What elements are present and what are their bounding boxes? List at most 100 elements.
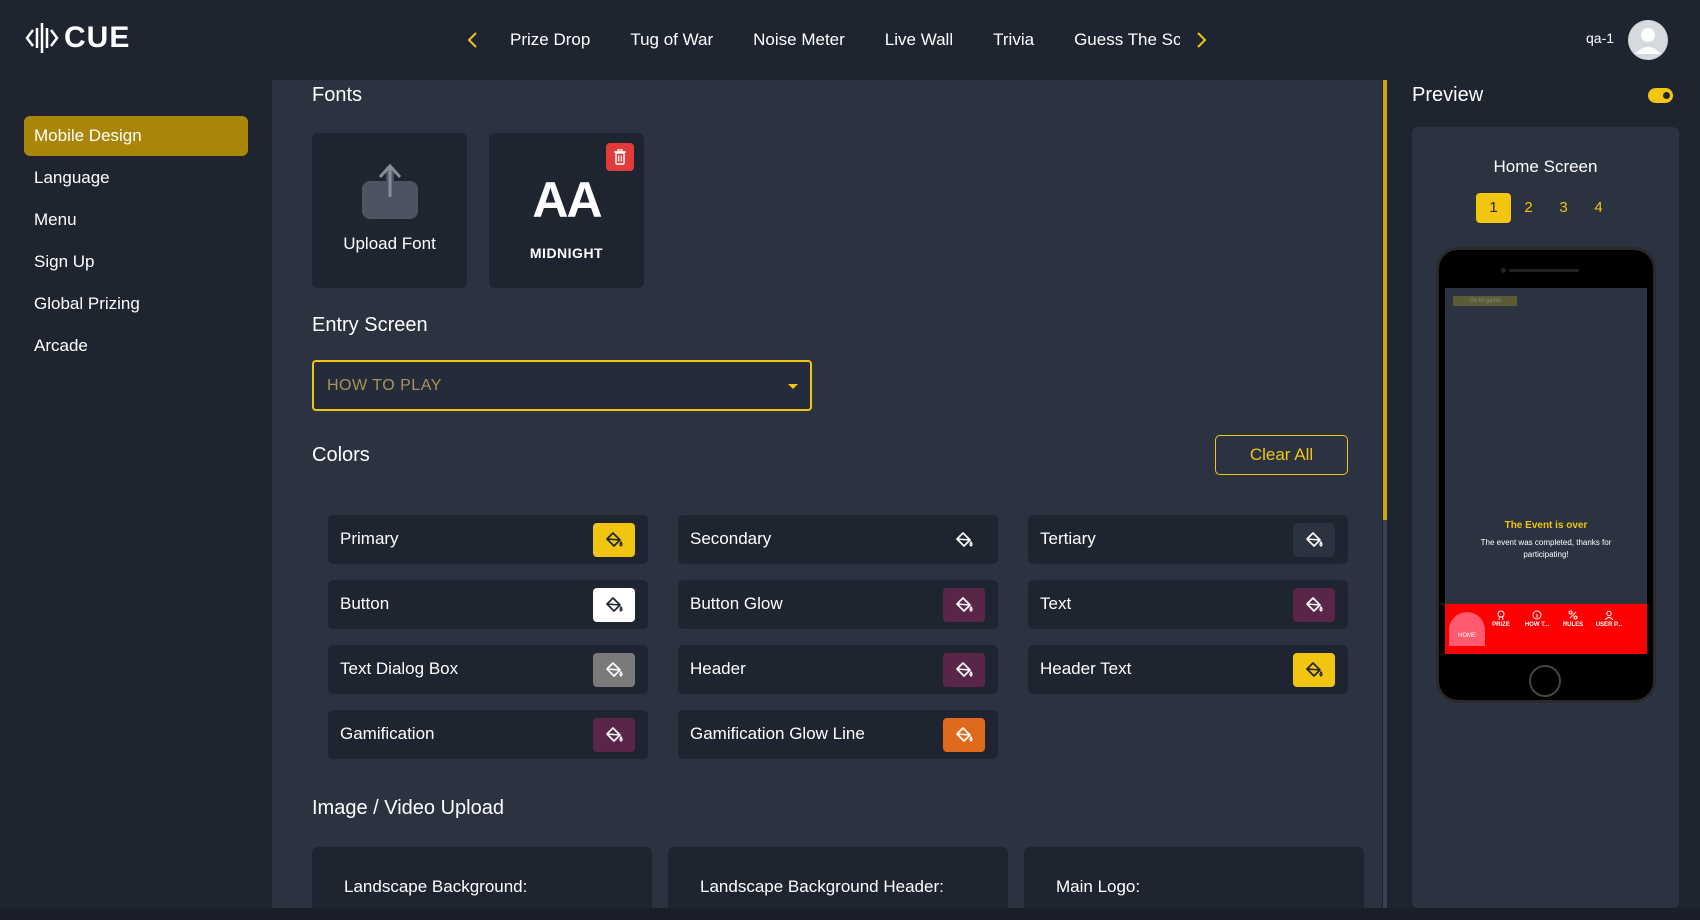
scrollbar-thumb[interactable] [1383, 80, 1387, 520]
color-label: Gamification [340, 724, 435, 743]
color-swatch-button[interactable] [593, 653, 635, 687]
phone-mockup: Go to game The Event is over The event w… [1436, 247, 1656, 703]
color-label: Gamification Glow Line [690, 724, 865, 743]
color-swatch-button[interactable] [943, 588, 985, 622]
upload-icon [362, 163, 418, 219]
preview-page-1[interactable]: 1 [1476, 193, 1511, 223]
color-row-header-text[interactable]: Header Text [1028, 645, 1348, 694]
sidebar-item-language[interactable]: Language [24, 158, 248, 198]
color-row-secondary[interactable]: Secondary [678, 515, 998, 564]
phone-nav-how-to[interactable]: HOW T... [1519, 610, 1555, 628]
paint-bucket-icon [956, 597, 973, 612]
font-name: MIDNIGHT [529, 245, 604, 261]
info-icon [1532, 610, 1542, 620]
color-swatch-button[interactable] [593, 523, 635, 557]
phone-bottom-nav: HOME PRIZE HOW T... RULES USER P... [1445, 604, 1647, 654]
phone-nav-prize[interactable]: PRIZE [1483, 610, 1519, 628]
preview-page-2[interactable]: 2 [1511, 193, 1546, 223]
entry-screen-select[interactable]: HOW TO PLAY [312, 360, 812, 411]
user-avatar-icon [1635, 28, 1661, 54]
nav-tab-noise-meter[interactable]: Noise Meter [753, 20, 845, 60]
user-name[interactable]: qa-1 [1586, 30, 1614, 46]
phone-nav-label: HOW T... [1524, 622, 1550, 628]
nav-tab-guess-the-score[interactable]: Guess The Sc [1074, 20, 1180, 60]
phone-home-button [1529, 665, 1561, 697]
go-to-game-button[interactable]: Go to game [1453, 296, 1517, 306]
color-row-primary[interactable]: Primary [328, 515, 648, 564]
nav-prev-button[interactable] [460, 24, 484, 56]
avatar[interactable] [1628, 20, 1668, 60]
color-row-button[interactable]: Button [328, 580, 648, 629]
phone-camera [1501, 268, 1506, 273]
user-icon [1604, 610, 1614, 621]
phone-nav-home[interactable]: HOME [1449, 612, 1485, 646]
font-sample: AA [532, 172, 602, 228]
preview-title: Preview [1412, 84, 1484, 106]
color-swatch-button[interactable] [943, 523, 985, 557]
color-row-gamification-glow-line[interactable]: Gamification Glow Line [678, 710, 998, 759]
game-nav-tabs: Prize Drop Tug of War Noise Meter Live Wall… [490, 20, 1180, 60]
color-label: Text Dialog Box [340, 659, 459, 678]
color-row-text-dialog-box[interactable]: Text Dialog Box [328, 645, 648, 694]
color-row-tertiary[interactable]: Tertiary [1028, 515, 1348, 564]
upload-card-main-logo[interactable]: Main Logo: [1024, 847, 1364, 908]
upload-font-card[interactable]: Upload Font [312, 133, 467, 288]
upload-card-landscape-background[interactable]: Landscape Background: [312, 847, 652, 908]
event-over-title: The Event is over [1504, 520, 1588, 531]
trash-icon [614, 149, 626, 165]
phone-nav-label: RULES [1562, 622, 1584, 628]
sidebar-item-arcade[interactable]: Arcade [24, 326, 248, 366]
color-swatch-button[interactable] [943, 718, 985, 752]
preview-page-4[interactable]: 4 [1581, 193, 1616, 223]
preview-screen-name: Home Screen [1493, 157, 1598, 176]
app-logo[interactable]: CUE [24, 20, 130, 56]
phone-nav-rules[interactable]: RULES [1555, 610, 1591, 628]
nav-tab-tug-of-war[interactable]: Tug of War [630, 20, 713, 60]
color-row-header[interactable]: Header [678, 645, 998, 694]
sidebar-item-menu[interactable]: Menu [24, 200, 248, 240]
paint-bucket-icon [606, 662, 623, 677]
phone-nav-home-label: HOME [1458, 633, 1476, 639]
sidebar-item-mobile-design[interactable]: Mobile Design [24, 116, 248, 156]
delete-font-button[interactable] [606, 143, 634, 171]
nav-tab-live-wall[interactable]: Live Wall [885, 20, 953, 60]
event-over-text: The event was completed, thanks for part… [1480, 538, 1612, 559]
preview-pagination: 1 2 3 4 [1476, 193, 1616, 223]
color-swatch-button[interactable] [1293, 588, 1335, 622]
color-swatch-button[interactable] [1293, 653, 1335, 687]
paint-bucket-icon [606, 727, 623, 742]
upload-card-landscape-background-header[interactable]: Landscape Background Header: [668, 847, 1008, 908]
caret-down-icon [788, 384, 798, 389]
nav-tab-prize-drop[interactable]: Prize Drop [510, 20, 590, 60]
colors-title: Colors [312, 444, 370, 466]
sidebar-item-global-prizing[interactable]: Global Prizing [24, 284, 248, 324]
toggle-knob [1663, 92, 1670, 99]
logo-text: CUE [64, 21, 131, 54]
color-row-gamification[interactable]: Gamification [328, 710, 648, 759]
sidebar-item-sign-up[interactable]: Sign Up [24, 242, 248, 282]
nav-next-button[interactable] [1190, 24, 1214, 56]
paint-bucket-icon [1306, 597, 1323, 612]
color-swatch-button[interactable] [593, 588, 635, 622]
upload-card-label: Main Logo: [1056, 877, 1141, 896]
color-swatch-button[interactable] [1293, 523, 1335, 557]
font-card-midnight[interactable]: AA MIDNIGHT [489, 133, 644, 288]
clear-all-button[interactable]: Clear All [1215, 435, 1348, 475]
upload-font-label: Upload Font [343, 234, 436, 253]
phone-nav-label: PRIZE [1492, 622, 1510, 628]
image-video-upload-title: Image / Video Upload [312, 797, 504, 819]
color-swatch-button[interactable] [943, 653, 985, 687]
upload-card-label: Landscape Background Header: [700, 877, 944, 896]
color-label: Text [1040, 594, 1072, 613]
phone-nav-label: USER P... [1595, 622, 1623, 628]
color-row-button-glow[interactable]: Button Glow [678, 580, 998, 629]
preview-page-3[interactable]: 3 [1546, 193, 1581, 223]
main-content: Fonts Upload Font AA MIDNIGHT Entry Scre… [272, 80, 1382, 908]
color-row-text[interactable]: Text [1028, 580, 1348, 629]
phone-nav-user-profile[interactable]: USER P... [1591, 610, 1627, 628]
color-swatch-button[interactable] [593, 718, 635, 752]
nav-tab-trivia[interactable]: Trivia [993, 20, 1034, 60]
paint-bucket-icon [956, 727, 973, 742]
cue-logo-icon [25, 23, 59, 53]
preview-toggle[interactable] [1648, 88, 1673, 103]
